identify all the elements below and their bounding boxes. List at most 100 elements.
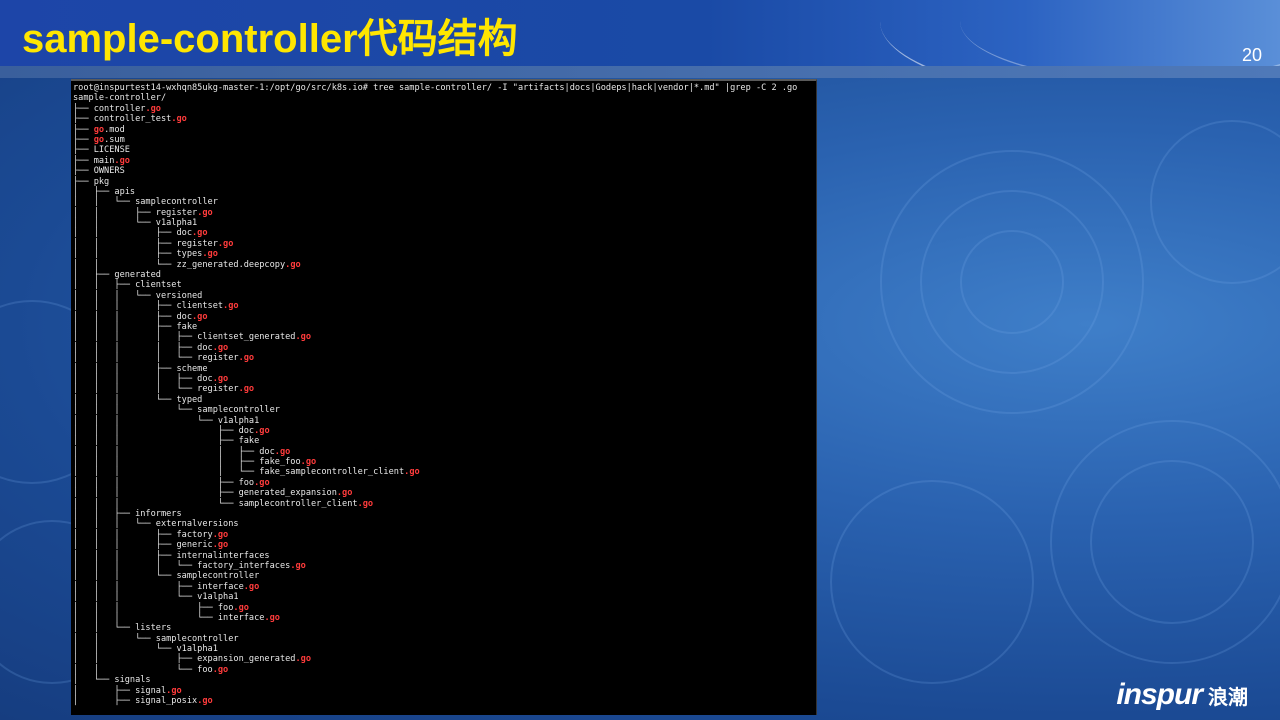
terminal-line: │ │ ├── types.go xyxy=(73,249,816,259)
terminal-line: │ │ │ └── interface.go xyxy=(73,613,816,623)
terminal-line: │ │ ├── expansion_generated.go xyxy=(73,654,816,664)
terminal-line: │ │ ├── doc.go xyxy=(73,228,816,238)
terminal-line: │ │ │ ├── fake xyxy=(73,436,816,446)
terminal-line-text: │ │ ├── doc xyxy=(73,228,192,239)
terminal-line: │ │ │ └── typed xyxy=(73,395,816,405)
terminal-line-text: │ │ ├── types xyxy=(73,249,203,260)
terminal-line-text: │ │ │ └── interface xyxy=(73,612,265,623)
terminal-line: │ ├── generated xyxy=(73,270,816,280)
terminal-line-text: ├── xyxy=(73,134,94,145)
file-extension: .go xyxy=(243,581,260,592)
terminal-line-text: │ │ │ ├── internalinterfaces xyxy=(73,550,270,561)
terminal-line: │ │ │ ├── factory.go xyxy=(73,530,816,540)
terminal-line-text: sample-controller/ xyxy=(73,93,167,104)
terminal-line: │ │ │ ├── generic.go xyxy=(73,540,816,550)
terminal-line-text: │ │ │ ├── interface xyxy=(73,581,244,592)
terminal-line: sample-controller/ xyxy=(73,93,816,103)
terminal-line-text: │ └── signals xyxy=(73,675,151,686)
terminal-line: │ │ │ ├── internalinterfaces xyxy=(73,551,816,561)
file-extension: .go xyxy=(336,488,353,499)
file-extension: go xyxy=(93,134,105,145)
terminal-line-text: │ │ │ ├── factory xyxy=(73,529,213,540)
terminal-line-text: ├── LICENSE xyxy=(73,145,130,156)
terminal-line-text: │ ├── apis xyxy=(73,186,136,197)
terminal-line: ├── controller_test.go xyxy=(73,114,816,124)
file-extension: .go xyxy=(254,477,270,488)
terminal-line: │ ├── signal_posix.go xyxy=(73,696,816,706)
terminal-line-text: │ │ ├── informers xyxy=(73,509,182,520)
terminal-line-text: │ ├── generated xyxy=(73,270,161,281)
terminal-line-text: │ │ │ │ └── register xyxy=(73,353,239,364)
header-band xyxy=(0,66,1280,78)
terminal-line: ├── controller.go xyxy=(73,104,816,114)
file-extension: .go xyxy=(404,467,420,478)
terminal-line-text: │ │ └── zz_generated.deepcopy xyxy=(73,259,286,270)
terminal-line: │ │ └── zz_generated.deepcopy.go xyxy=(73,260,816,270)
terminal-line-text: │ │ ├── expansion_generated xyxy=(73,654,296,665)
terminal-line: │ │ └── v1alpha1 xyxy=(73,644,816,654)
file-extension: .go xyxy=(212,540,229,551)
terminal-line-text: ├── pkg xyxy=(73,176,110,187)
terminal-line: │ │ └── foo.go xyxy=(73,665,816,675)
terminal-line: │ │ │ ├── foo.go xyxy=(73,478,816,488)
terminal-line-text: │ │ └── v1alpha1 xyxy=(73,218,198,229)
terminal-line: ├── OWNERS xyxy=(73,166,816,176)
terminal-line-text: ├── controller_test xyxy=(73,114,172,125)
terminal-line: │ │ └── listers xyxy=(73,623,816,633)
terminal-line-text: │ │ │ ├── fake xyxy=(73,321,198,332)
terminal-line-text: root@inspurtest14-wxhqn85ukg-master-1:/o… xyxy=(73,83,798,93)
file-extension: .go xyxy=(290,560,306,571)
file-suffix: .mod xyxy=(104,124,125,135)
file-extension: .go xyxy=(217,238,234,249)
slide-title: sample-controller代码结构 xyxy=(22,17,518,61)
terminal-line-text: │ │ │ └── v1alpha1 xyxy=(73,592,239,603)
file-extension: .go xyxy=(254,425,270,436)
file-extension: .go xyxy=(295,654,312,665)
terminal-line: │ │ │ └── samplecontroller_client.go xyxy=(73,499,816,509)
terminal-line: │ ├── apis xyxy=(73,187,816,197)
terminal-line: │ │ │ ├── generated_expansion.go xyxy=(73,488,816,498)
file-extension: go xyxy=(93,124,105,135)
terminal-line-text: │ │ │ │ ├── doc xyxy=(73,373,213,384)
file-extension: .go xyxy=(212,342,229,353)
terminal-line: │ │ │ │ └── factory_interfaces.go xyxy=(73,561,816,571)
terminal-line: │ │ └── samplecontroller xyxy=(73,634,816,644)
terminal-line-text: │ │ │ ├── clientset xyxy=(73,301,224,312)
terminal-line-text: │ │ │ ├── doc xyxy=(73,311,192,322)
terminal-line-text: │ │ │ ├── foo xyxy=(73,477,255,488)
terminal-line: │ │ │ ├── interface.go xyxy=(73,582,816,592)
terminal-line: ├── go.sum xyxy=(73,135,816,145)
file-suffix: .sum xyxy=(104,134,125,145)
terminal-screenshot: root@inspurtest14-wxhqn85ukg-master-1:/o… xyxy=(71,79,817,715)
file-extension: .go xyxy=(145,103,161,114)
terminal-line: ├── go.mod xyxy=(73,125,816,135)
terminal-line-text: │ ├── signal xyxy=(73,685,167,696)
terminal-line-text: │ │ │ ├── generic xyxy=(73,540,213,551)
terminal-line-text: │ │ ├── clientset xyxy=(73,280,182,291)
terminal-line-text: │ │ └── samplecontroller xyxy=(73,197,218,208)
terminal-line-text: │ │ │ └── v1alpha1 xyxy=(73,415,260,426)
terminal-line-text: │ │ │ └── typed xyxy=(73,394,203,405)
terminal-line: │ │ │ └── samplecontroller xyxy=(73,405,816,415)
terminal-line-text: │ │ │ │ └── register xyxy=(73,384,239,395)
terminal-line: │ │ ├── register.go xyxy=(73,208,816,218)
terminal-line: │ │ │ ├── doc.go xyxy=(73,312,816,322)
terminal-line: │ │ │ │ ├── fake_foo.go xyxy=(73,457,816,467)
file-extension: .go xyxy=(171,114,187,125)
terminal-line: │ │ │ ├── clientset.go xyxy=(73,301,816,311)
terminal-line: │ ├── signal.go xyxy=(73,686,816,696)
file-extension: .go xyxy=(295,332,312,343)
terminal-line: │ │ │ │ └── register.go xyxy=(73,353,816,363)
terminal-line: ├── pkg xyxy=(73,177,816,187)
terminal-line-text: ├── main xyxy=(73,155,115,166)
terminal-line: root@inspurtest14-wxhqn85ukg-master-1:/o… xyxy=(73,83,816,93)
terminal-line-text: │ │ │ │ ├── fake_foo xyxy=(73,457,301,468)
logo-cn-text: 浪潮 xyxy=(1208,687,1248,709)
terminal-line-text: │ │ │ └── samplecontroller xyxy=(73,571,260,582)
terminal-line-text: ├── xyxy=(73,124,94,135)
terminal-line-text: │ │ ├── register xyxy=(73,238,218,249)
terminal-line: │ │ │ ├── doc.go xyxy=(73,426,816,436)
terminal-line-text: │ │ │ ├── generated_expansion xyxy=(73,488,337,499)
terminal-line-text: │ │ │ │ └── fake_samplecontroller_client xyxy=(73,467,405,478)
page-number: 20 xyxy=(1241,45,1262,65)
